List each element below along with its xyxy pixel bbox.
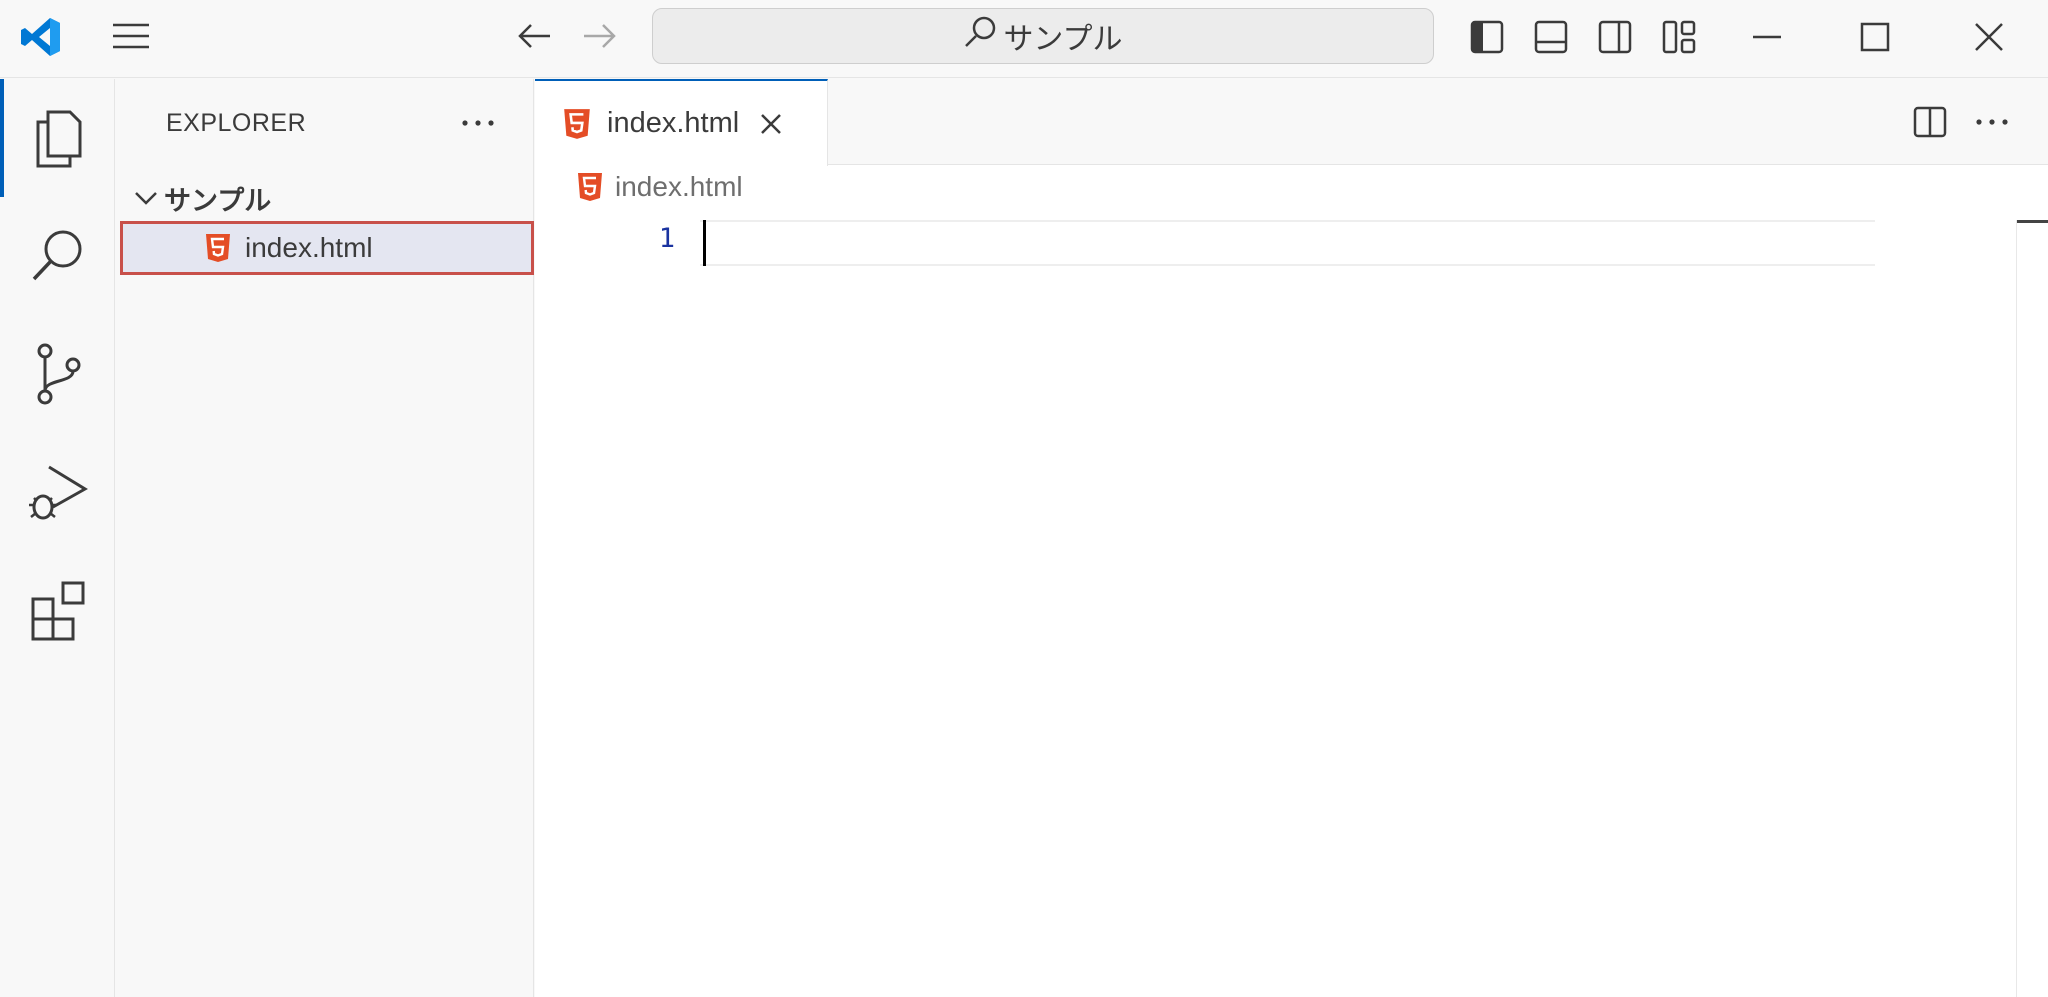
toggle-primary-sidebar-icon[interactable]	[1462, 12, 1512, 62]
breadcrumb[interactable]: index.html	[535, 166, 1935, 208]
file-name: index.html	[245, 232, 373, 263]
folder-row[interactable]: サンプル	[116, 175, 534, 221]
explorer-sidebar: EXPLORER サンプル index.html	[116, 79, 534, 997]
html5-icon	[563, 108, 591, 140]
command-center-search[interactable]: サンプル	[652, 8, 1434, 64]
current-line-highlight[interactable]	[700, 220, 1875, 266]
source-control-icon[interactable]	[0, 315, 115, 433]
activity-bar	[0, 79, 115, 997]
tab-strip: index.html	[535, 79, 2048, 166]
chevron-down-icon	[116, 190, 164, 206]
html5-icon	[577, 172, 603, 202]
search-icon	[963, 15, 997, 57]
hamburger-menu-icon[interactable]	[106, 14, 156, 58]
folder-name: サンプル	[164, 185, 272, 216]
html5-icon	[205, 233, 231, 263]
close-icon[interactable]	[759, 112, 783, 136]
customize-layout-icon[interactable]	[1654, 12, 1704, 62]
extensions-icon[interactable]	[0, 551, 115, 669]
file-item-index-html[interactable]: index.html	[120, 221, 534, 275]
command-center-label: サンプル	[1003, 23, 1123, 56]
breadcrumb-file: index.html	[615, 171, 743, 202]
ellipsis-icon[interactable]	[1967, 99, 2017, 145]
close-icon[interactable]	[1962, 12, 2016, 62]
text-cursor	[703, 220, 706, 266]
explorer-icon[interactable]	[0, 79, 115, 197]
tab-label: index.html	[607, 107, 740, 139]
editor-area: index.html index.html 1	[535, 79, 2048, 997]
arrow-left-icon[interactable]	[510, 14, 560, 58]
split-editor-icon[interactable]	[1905, 99, 1955, 145]
ellipsis-icon[interactable]	[456, 105, 500, 141]
toggle-secondary-sidebar-icon[interactable]	[1590, 12, 1640, 62]
run-debug-icon[interactable]	[0, 433, 115, 551]
toggle-panel-icon[interactable]	[1526, 12, 1576, 62]
maximize-icon[interactable]	[1848, 12, 1902, 62]
minimize-icon[interactable]	[1740, 12, 1794, 62]
tab-index-html[interactable]: index.html	[535, 79, 828, 166]
title-bar: サンプル	[0, 0, 2048, 78]
arrow-right-icon[interactable]	[574, 14, 624, 58]
search-icon[interactable]	[0, 197, 115, 315]
line-number: 1	[658, 223, 675, 254]
overview-ruler[interactable]	[2016, 220, 2048, 997]
vscode-logo-icon	[16, 12, 66, 62]
sidebar-title: EXPLORER	[166, 109, 307, 137]
